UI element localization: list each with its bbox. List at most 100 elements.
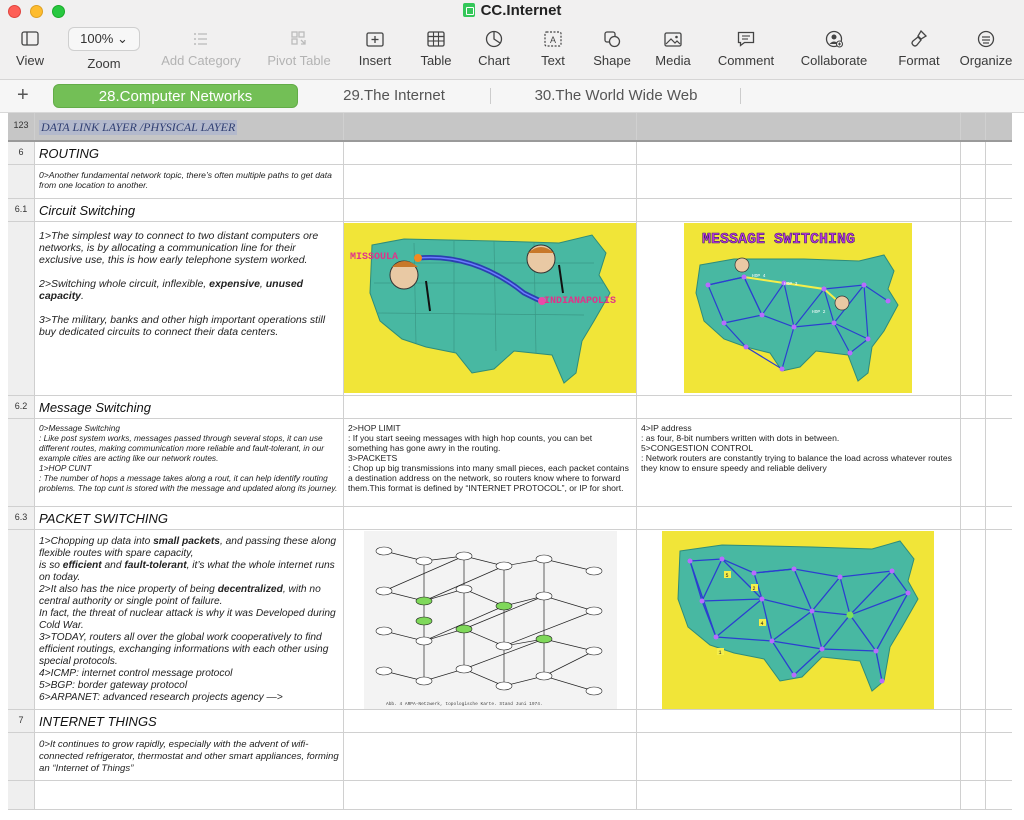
- table-cell[interactable]: [637, 165, 961, 198]
- us-map-packet-illustration: 5 2 4 1: [677, 540, 919, 692]
- view-button[interactable]: View: [10, 28, 50, 68]
- table-cell[interactable]: [986, 530, 1012, 709]
- table-cell[interactable]: [961, 781, 986, 809]
- table-cell[interactable]: [961, 199, 986, 221]
- text-line: : as four, 8-bit numbers written with do…: [641, 433, 840, 443]
- text-line: 5>CONGESTION CONTROL: [641, 443, 753, 453]
- row-header[interactable]: [8, 419, 35, 506]
- table-cell[interactable]: [986, 199, 1012, 221]
- table-cell[interactable]: 0>Another fundamental network topic, the…: [35, 165, 344, 198]
- table-cell[interactable]: [637, 781, 961, 809]
- row-header[interactable]: 6: [8, 142, 35, 164]
- add-category-button[interactable]: Add Category: [156, 28, 246, 68]
- table-cell[interactable]: 2>HOP LIMIT : If you start seeing messag…: [344, 419, 637, 506]
- insert-label: Insert: [358, 53, 392, 68]
- table-cell[interactable]: [961, 507, 986, 529]
- shape-button[interactable]: Shape: [589, 28, 635, 68]
- pivot-table-button[interactable]: Pivot Table: [262, 28, 336, 68]
- row-header[interactable]: 7: [8, 710, 35, 732]
- table-cell[interactable]: [344, 113, 637, 140]
- table-cell[interactable]: 0>Message Switching : Like post system w…: [35, 419, 344, 506]
- table-cell[interactable]: [961, 710, 986, 732]
- table-cell[interactable]: [637, 396, 961, 418]
- table-cell[interactable]: [986, 113, 1012, 140]
- table-cell[interactable]: [961, 733, 986, 780]
- photo-icon: [664, 32, 682, 47]
- zoom-control[interactable]: 100% ⌄ Zoom: [67, 27, 141, 71]
- add-sheet-icon[interactable]: +: [17, 84, 29, 107]
- row-header[interactable]: [8, 781, 35, 809]
- table-cell[interactable]: [637, 710, 961, 732]
- table-cell[interactable]: [986, 507, 1012, 529]
- table-cell[interactable]: PACKET SWITCHING: [35, 507, 344, 529]
- table-cell[interactable]: [344, 199, 637, 221]
- table-cell[interactable]: [344, 165, 637, 198]
- table-cell[interactable]: [637, 733, 961, 780]
- insert-button[interactable]: Insert: [354, 28, 396, 68]
- table-cell[interactable]: [637, 113, 961, 140]
- chart-button[interactable]: Chart: [474, 28, 514, 68]
- row-header[interactable]: [8, 165, 35, 198]
- table-cell[interactable]: [961, 530, 986, 709]
- table-cell[interactable]: [986, 781, 1012, 809]
- table-cell[interactable]: [344, 396, 637, 418]
- table-cell[interactable]: [344, 142, 637, 164]
- row-header[interactable]: 6.3: [8, 507, 35, 529]
- comment-label: Comment: [717, 53, 775, 68]
- row-header[interactable]: 6.2: [8, 396, 35, 418]
- format-button[interactable]: Format: [893, 28, 945, 68]
- table-cell[interactable]: [961, 222, 986, 395]
- table-cell[interactable]: [986, 710, 1012, 732]
- arpanet-map-image[interactable]: Abb. 4 ARPA-Netzwerk, topologische Karte…: [364, 531, 617, 709]
- table-cell[interactable]: INTERNET THINGS: [35, 710, 344, 732]
- header-cell-text: DATA LINK LAYER /PHYSICAL LAYER: [39, 120, 238, 135]
- table-cell[interactable]: [986, 733, 1012, 780]
- table-cell[interactable]: 4>IP address : as four, 8-bit numbers wr…: [637, 419, 961, 506]
- table-cell[interactable]: [986, 165, 1012, 198]
- row-header[interactable]: 123: [8, 113, 35, 140]
- table-cell[interactable]: [986, 222, 1012, 395]
- table-cell[interactable]: [637, 199, 961, 221]
- table-cell[interactable]: [344, 710, 637, 732]
- table-cell[interactable]: [961, 396, 986, 418]
- row-header[interactable]: 6.1: [8, 199, 35, 221]
- table-cell[interactable]: Circuit Switching: [35, 199, 344, 221]
- table-cell[interactable]: DATA LINK LAYER /PHYSICAL LAYER: [35, 113, 344, 140]
- table-cell[interactable]: [637, 142, 961, 164]
- comment-button[interactable]: Comment: [713, 28, 779, 68]
- text-button[interactable]: A Text: [533, 28, 573, 68]
- message-switching-image[interactable]: MESSAGE SWITCHING HOP 4 HOP 3 HOP 2: [684, 223, 912, 393]
- table-cell[interactable]: [344, 733, 637, 780]
- collaborate-button[interactable]: Collaborate: [795, 28, 873, 68]
- table-cell[interactable]: [961, 142, 986, 164]
- organize-button[interactable]: Organize: [956, 28, 1016, 68]
- zoom-select[interactable]: 100% ⌄: [68, 27, 140, 51]
- table-cell[interactable]: [961, 165, 986, 198]
- circuit-switching-image[interactable]: MISSOULA INDIANAPOLIS: [344, 223, 636, 393]
- tab-world-wide-web[interactable]: 30.The World Wide Web: [508, 84, 724, 108]
- tab-the-internet[interactable]: 29.The Internet: [310, 84, 478, 108]
- table-cell[interactable]: [961, 419, 986, 506]
- table-cell[interactable]: [986, 396, 1012, 418]
- packet-switching-map-image[interactable]: 5 2 4 1: [662, 531, 934, 709]
- media-button[interactable]: Media: [651, 28, 695, 68]
- row-header[interactable]: [8, 733, 35, 780]
- table-cell[interactable]: [637, 507, 961, 529]
- table-cell[interactable]: 1>The simplest way to connect to two dis…: [35, 222, 344, 395]
- row-header[interactable]: [8, 222, 35, 395]
- text-box-icon: A: [544, 31, 562, 47]
- table-cell[interactable]: Message Switching: [35, 396, 344, 418]
- table-cell[interactable]: [35, 781, 344, 809]
- row-header[interactable]: [8, 530, 35, 709]
- tab-computer-networks[interactable]: 28.Computer Networks: [53, 84, 298, 108]
- table-cell[interactable]: [986, 419, 1012, 506]
- text-line: : Chop up big transmissions into many sm…: [348, 463, 629, 493]
- table-cell[interactable]: [344, 507, 637, 529]
- table-cell[interactable]: [344, 781, 637, 809]
- table-cell[interactable]: [961, 113, 986, 140]
- table-cell[interactable]: 0>It continues to grow rapidly, especial…: [35, 733, 344, 780]
- table-button[interactable]: Table: [416, 28, 456, 68]
- table-cell[interactable]: ROUTING: [35, 142, 344, 164]
- table-cell[interactable]: 1>Chopping up data into small packets, a…: [35, 530, 344, 709]
- table-cell[interactable]: [986, 142, 1012, 164]
